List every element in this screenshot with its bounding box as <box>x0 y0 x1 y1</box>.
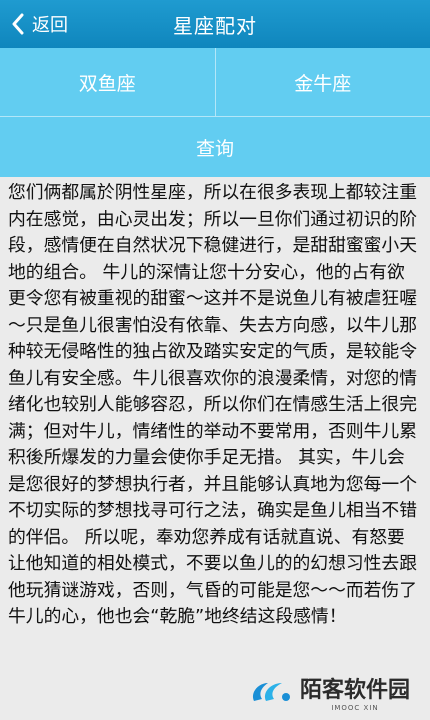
chevron-left-icon <box>8 12 28 36</box>
sign-selectors: 双鱼座 金牛座 <box>0 48 430 116</box>
title-bar: 返回 星座配对 <box>0 0 430 48</box>
sign-two-button[interactable]: 金牛座 <box>216 48 430 116</box>
watermark: 陌客软件园 IMOOC XIN <box>248 672 410 712</box>
result-text: 您们俩都属於阴性星座，所以在很多表现上都较注重内在感觉，由心灵出发；所以一旦你们… <box>8 182 417 627</box>
watermark-text: 陌客软件园 IMOOC XIN <box>300 672 410 712</box>
logo-icon <box>248 677 294 707</box>
query-button[interactable]: 查询 <box>0 117 430 177</box>
back-button[interactable]: 返回 <box>8 0 68 48</box>
watermark-sub: IMOOC XIN <box>331 704 379 712</box>
back-label: 返回 <box>32 15 68 36</box>
watermark-name: 陌客软件园 <box>299 677 410 703</box>
sign-one-button[interactable]: 双鱼座 <box>0 48 215 116</box>
